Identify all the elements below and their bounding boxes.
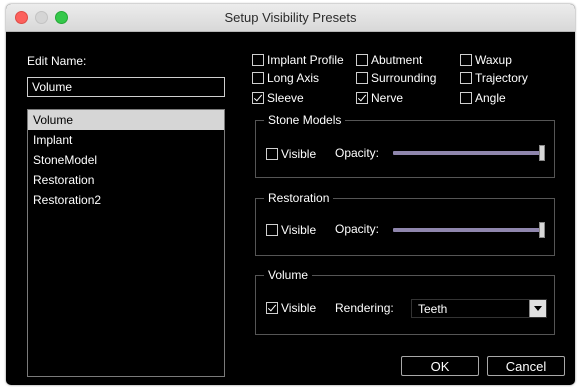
checkbox-label: Implant Profile (267, 53, 344, 67)
rendering-select[interactable]: Teeth (411, 299, 547, 318)
checkbox-box[interactable] (460, 92, 472, 104)
checkbox-box[interactable] (356, 72, 368, 84)
checkbox-label: Sleeve (267, 91, 304, 105)
checkbox-label: Trajectory (475, 71, 528, 85)
stone-models-visible-checkbox[interactable]: Visible (266, 147, 316, 161)
rendering-label: Rendering: (335, 301, 394, 315)
preset-list-item[interactable]: Implant (28, 130, 224, 150)
abutment-checkbox[interactable]: Abutment (356, 53, 422, 67)
checkbox-label: Waxup (475, 53, 512, 67)
surrounding-checkbox[interactable]: Surrounding (356, 71, 436, 85)
chevron-down-icon[interactable] (529, 300, 546, 317)
checkbox-label: Surrounding (371, 71, 437, 85)
trajectory-checkbox[interactable]: Trajectory (460, 71, 528, 85)
restoration-title: Restoration (264, 191, 334, 205)
stone-models-opacity-label: Opacity: (335, 146, 380, 160)
checkbox-label: Long Axis (267, 71, 320, 85)
window-title: Setup Visibility Presets (224, 10, 357, 25)
checkbox-box[interactable] (252, 54, 264, 66)
restoration-opacity-slider-handle[interactable] (539, 222, 545, 238)
checkbox-box[interactable] (460, 54, 472, 66)
volume-visible-checkbox[interactable]: Visible (266, 301, 316, 315)
preset-list-item[interactable]: StoneModel (28, 150, 224, 170)
stone-models-title: Stone Models (264, 113, 346, 127)
checkbox-box-checked[interactable] (266, 302, 278, 314)
rendering-select-value: Teeth (418, 302, 448, 316)
sleeve-checkbox[interactable]: Sleeve (252, 91, 304, 105)
checkbox-label: Nerve (371, 91, 404, 105)
title-bar[interactable]: Setup Visibility Presets (6, 4, 575, 32)
checkbox-box[interactable] (266, 148, 278, 160)
stone-models-opacity-slider-handle[interactable] (539, 145, 545, 161)
checkbox-box[interactable] (266, 224, 278, 236)
restoration-opacity-label: Opacity: (335, 222, 380, 236)
volume-title: Volume (264, 268, 313, 282)
edit-name-input[interactable] (27, 77, 225, 97)
cancel-button[interactable]: Cancel (487, 356, 565, 376)
preset-list[interactable]: Volume Implant StoneModel Restoration Re… (27, 109, 225, 377)
checkbox-label: Visible (281, 147, 317, 161)
waxup-checkbox[interactable]: Waxup (460, 53, 512, 67)
implant-profile-checkbox[interactable]: Implant Profile (252, 53, 344, 67)
angle-checkbox[interactable]: Angle (460, 91, 506, 105)
checkbox-box[interactable] (252, 72, 264, 84)
dialog-window: Setup Visibility Presets Edit Name: Volu… (6, 4, 575, 385)
checkbox-box[interactable] (356, 54, 368, 66)
checkbox-label: Angle (475, 91, 506, 105)
preset-list-item[interactable]: Volume (28, 110, 224, 130)
long-axis-checkbox[interactable]: Long Axis (252, 71, 319, 85)
restoration-opacity-slider[interactable] (393, 228, 541, 232)
checkbox-box-checked[interactable] (356, 92, 368, 104)
checkbox-box[interactable] (460, 72, 472, 84)
checkbox-box-checked[interactable] (252, 92, 264, 104)
preset-list-item[interactable]: Restoration (28, 170, 224, 190)
preset-list-item[interactable]: Restoration2 (28, 190, 224, 210)
restoration-visible-checkbox[interactable]: Visible (266, 223, 316, 237)
checkbox-label: Abutment (371, 53, 423, 67)
stone-models-opacity-slider[interactable] (393, 151, 541, 155)
checkbox-label: Visible (281, 301, 317, 315)
edit-name-label: Edit Name: (27, 54, 87, 68)
checkbox-label: Visible (281, 223, 317, 237)
nerve-checkbox[interactable]: Nerve (356, 91, 403, 105)
ok-button[interactable]: OK (401, 356, 479, 376)
